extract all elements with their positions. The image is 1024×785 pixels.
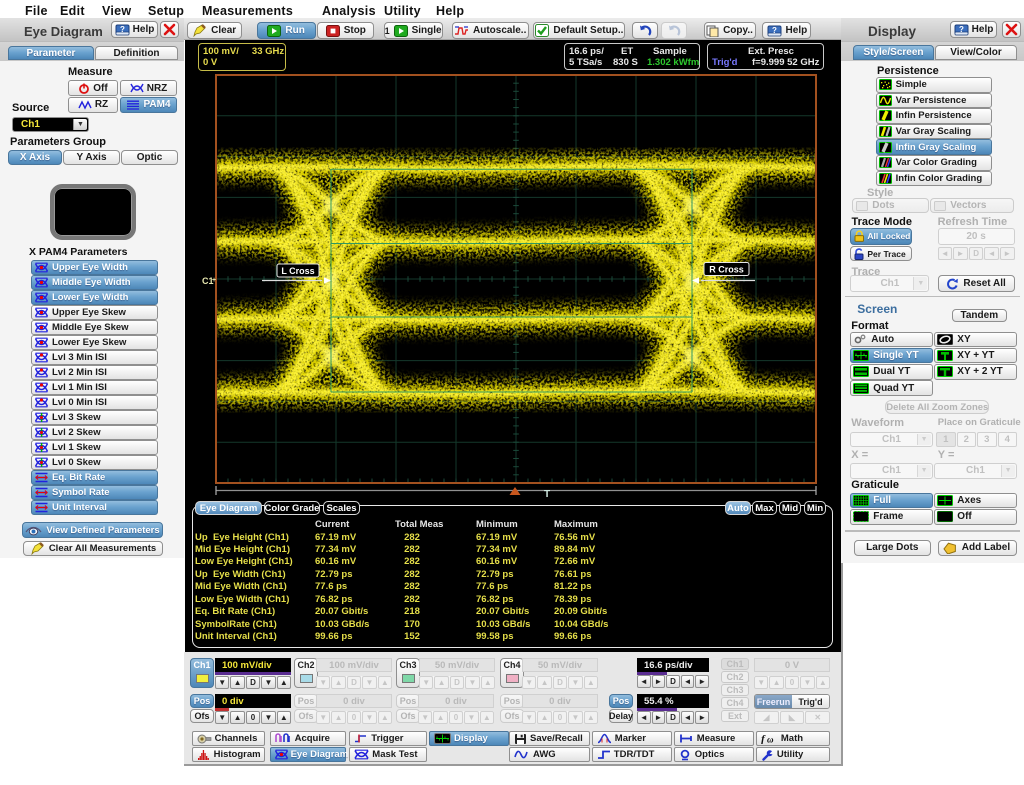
- svg-text:T: T: [544, 489, 550, 500]
- svg-text:f: f: [761, 734, 766, 745]
- svg-text:?: ?: [772, 26, 777, 35]
- svg-text:+: +: [212, 277, 216, 284]
- svg-text:L Cross: L Cross: [281, 266, 314, 276]
- svg-text:?: ?: [120, 25, 125, 34]
- svg-text:ω: ω: [767, 735, 774, 745]
- svg-text:R Cross: R Cross: [709, 265, 744, 275]
- svg-text:?: ?: [959, 25, 964, 34]
